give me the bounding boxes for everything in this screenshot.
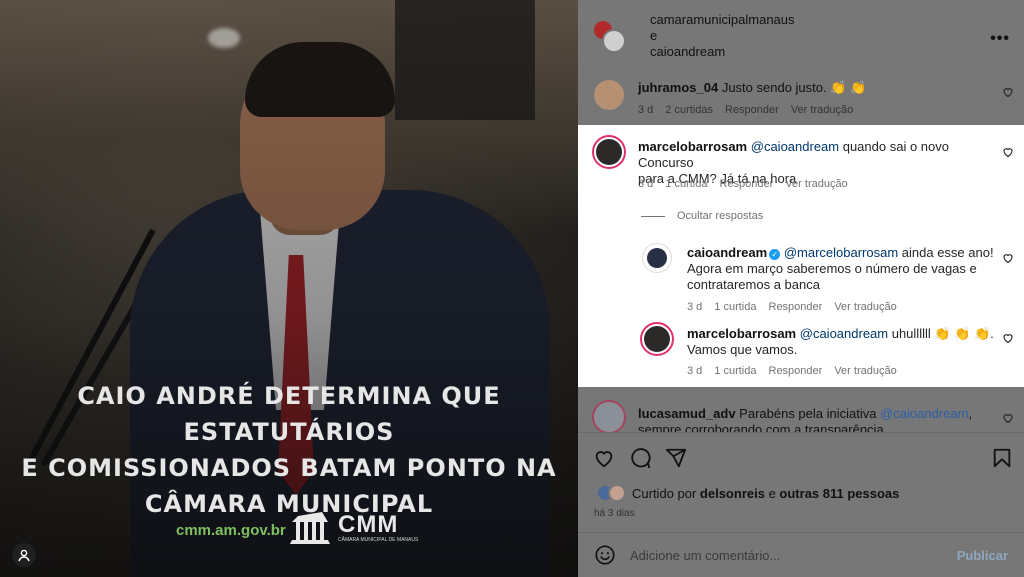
translate-link[interactable]: Ver tradução	[834, 365, 896, 377]
mention-link[interactable]: @caioandream	[800, 326, 888, 341]
publish-button[interactable]: Publicar	[957, 548, 1008, 563]
comment-username[interactable]: marcelobarrosam	[638, 139, 747, 154]
avatar[interactable]	[592, 135, 626, 169]
more-icon[interactable]: •••	[990, 30, 1010, 48]
avatar	[608, 484, 626, 502]
joiner-text: e	[650, 28, 658, 43]
tag-user-icon[interactable]	[12, 543, 36, 567]
liker-username[interactable]: delsonreis	[700, 486, 765, 501]
heart-icon[interactable]	[1002, 146, 1014, 158]
comment-icon[interactable]	[629, 447, 651, 469]
username-link[interactable]: camaramunicipalmanaus	[650, 12, 795, 28]
comment-item: marcelobarrosam @caioandream quando sai …	[578, 125, 1024, 205]
comment-text: lucasamud_adv Parabéns pela iniciativa @…	[638, 406, 998, 432]
heart-icon[interactable]	[1002, 412, 1014, 424]
comment-item: lucasamud_adv Parabéns pela iniciativa @…	[578, 398, 1024, 432]
reply-item: caioandream ✓ @marcelobarrosam ainda esse…	[578, 235, 1024, 315]
avatar[interactable]	[592, 400, 626, 432]
likes-count-link[interactable]: 1 curtida	[714, 301, 756, 313]
likes-others-link[interactable]: outras 811 pessoas	[779, 486, 899, 501]
building-logo-icon	[290, 512, 330, 544]
comment-username[interactable]: juhramos_04	[638, 80, 718, 95]
reply-link[interactable]: Responder	[769, 365, 823, 377]
post-image[interactable]: CAIO ANDRÉ DETERMINA QUE ESTATUTÁRIOS E …	[0, 0, 578, 577]
comment-age: 3 d	[687, 365, 703, 377]
comment-body: ainda esse ano!	[898, 245, 994, 260]
comment-body: Parabéns pela iniciativa	[739, 406, 881, 421]
likes-count-link[interactable]: 1 curtida	[665, 178, 707, 190]
logo-subtext: CÂMARA MUNICIPAL DE MANAUS	[338, 536, 419, 543]
username-link[interactable]: caioandream	[650, 44, 795, 60]
comment-username[interactable]: lucasamud_adv	[638, 406, 736, 421]
translate-link[interactable]: Ver tradução	[791, 104, 853, 116]
post-date: há 3 dias	[594, 508, 635, 519]
heart-icon[interactable]	[1002, 86, 1014, 98]
comment-text: marcelobarrosam @caioandream uhullllll 👏…	[687, 326, 997, 358]
comment-body: ,	[968, 406, 973, 421]
comment-body: sempre corroborando com a transparência	[638, 422, 884, 432]
bookmark-icon[interactable]	[991, 447, 1013, 469]
heart-icon[interactable]	[593, 447, 615, 469]
reply-link[interactable]: Responder	[725, 104, 779, 116]
likes-count-link[interactable]: 2 curtidas	[665, 104, 713, 116]
likes-summary: Curtido por delsonreis e outras 811 pess…	[596, 484, 899, 502]
translate-link[interactable]: Ver tradução	[785, 178, 847, 190]
comment-age: 3 d	[638, 104, 654, 116]
reply-link[interactable]: Responder	[769, 301, 823, 313]
hide-replies-label: Ocultar respostas	[677, 210, 764, 222]
comment-meta: 3 d 1 curtida Responder Ver tradução	[638, 178, 848, 190]
footer-url: cmm.am.gov.br	[176, 522, 286, 539]
collab-avatars[interactable]	[592, 19, 626, 53]
post-header: camaramunicipalmanaus e caioandream •••	[578, 0, 1024, 72]
comment-composer: Publicar	[578, 532, 1024, 577]
comment-body: Justo sendo justo. 👏 👏	[721, 80, 867, 95]
avatar	[602, 29, 626, 53]
comment-meta: 3 d 1 curtida Responder Ver tradução	[687, 301, 897, 313]
reply-link[interactable]: Responder	[720, 178, 774, 190]
liker-avatars	[596, 484, 626, 502]
comment-text: juhramos_04 Justo sendo justo. 👏 👏	[638, 80, 866, 96]
mention-link[interactable]: @caioandream	[751, 139, 839, 154]
emoji-icon[interactable]	[594, 544, 616, 566]
post-action-bar	[578, 432, 1024, 482]
avatar[interactable]	[594, 80, 624, 110]
avatar[interactable]	[640, 322, 674, 356]
cmm-logo: CMM CÂMARA MUNICIPAL DE MANAUS	[288, 510, 418, 546]
comment-meta: 3 d 2 curtidas Responder Ver tradução	[638, 104, 853, 116]
verified-icon: ✓	[769, 249, 781, 260]
comment-username[interactable]: caioandream	[687, 245, 767, 260]
share-icon[interactable]	[665, 447, 687, 469]
divider	[641, 215, 665, 217]
comment-body: Vamos que vamos.	[687, 342, 798, 357]
comment-input[interactable]	[630, 547, 957, 563]
comment-text: caioandream ✓ @marcelobarrosam ainda esse…	[687, 245, 997, 293]
avatar[interactable]	[642, 243, 672, 273]
translate-link[interactable]: Ver tradução	[834, 301, 896, 313]
heart-icon[interactable]	[1002, 252, 1014, 264]
comment-body: uhullllll 👏 👏 👏.	[888, 326, 994, 341]
collab-usernames: camaramunicipalmanaus e caioandream	[650, 12, 795, 60]
highlighted-comment-thread: marcelobarrosam @caioandream quando sai …	[578, 125, 1024, 387]
likes-middle: e	[764, 485, 780, 501]
comment-age: 3 d	[638, 178, 654, 190]
comment-item: juhramos_04 Justo sendo justo. 👏 👏 3 d 2…	[578, 72, 1024, 125]
hide-replies-toggle[interactable]: Ocultar respostas	[641, 210, 763, 222]
instagram-post-modal: CAIO ANDRÉ DETERMINA QUE ESTATUTÁRIOS E …	[0, 0, 1024, 577]
mention-link[interactable]: @marcelobarrosam	[784, 245, 898, 260]
headline-line: CAIO ANDRÉ DETERMINA QUE ESTATUTÁRIOS	[77, 382, 501, 446]
heart-icon[interactable]	[1002, 332, 1014, 344]
post-headline: CAIO ANDRÉ DETERMINA QUE ESTATUTÁRIOS E …	[0, 378, 578, 522]
headline-line: E COMISSIONADOS BATAM PONTO NA	[21, 454, 557, 482]
comment-body: contrataremos a banca	[687, 277, 820, 292]
comment-username[interactable]: marcelobarrosam	[687, 326, 796, 341]
logo-text: CMM	[338, 510, 399, 538]
likes-count-link[interactable]: 1 curtida	[714, 365, 756, 377]
comment-meta: 3 d 1 curtida Responder Ver tradução	[687, 365, 897, 377]
comment-age: 3 d	[687, 301, 703, 313]
mention-link[interactable]: @caioandream	[880, 406, 968, 421]
comment-body: Agora em março saberemos o número de vag…	[687, 261, 977, 276]
reply-item: marcelobarrosam @caioandream uhullllll 👏…	[578, 318, 1024, 388]
comments-panel: camaramunicipalmanaus e caioandream ••• …	[578, 0, 1024, 577]
likes-prefix: Curtido por	[632, 485, 700, 501]
